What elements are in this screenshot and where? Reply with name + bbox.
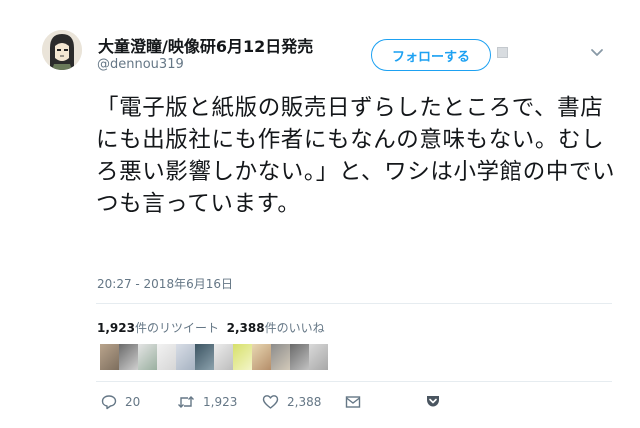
user-display-name[interactable]: 大童澄瞳/映像研6月12日発売 [98,33,313,57]
liker-avatar[interactable] [176,344,195,370]
user-avatar[interactable] [42,30,82,70]
liker-avatar[interactable] [119,344,138,370]
divider [96,303,612,304]
avatar-illustration-icon [42,30,82,70]
liker-avatar[interactable] [195,344,214,370]
liker-avatar[interactable] [290,344,309,370]
liker-avatar[interactable] [271,344,290,370]
retweet-count: 1,923 [203,395,238,409]
tweet-timestamp[interactable]: 20:27 - 2018年6月16日 [97,275,233,292]
follow-extension-icon [497,47,508,58]
direct-message-button[interactable] [345,394,361,410]
liker-avatar[interactable] [100,344,119,370]
liker-avatar[interactable] [138,344,157,370]
liker-avatar[interactable] [214,344,233,370]
liker-avatar[interactable] [252,344,271,370]
likes-count[interactable]: 2,388 [227,321,265,335]
liker-avatars[interactable] [100,344,328,370]
likes-label[interactable]: 件のいいね [265,321,325,335]
heart-icon [262,395,279,409]
liker-avatar[interactable] [233,344,252,370]
retweet-button[interactable]: 1,923 [177,394,237,410]
like-count: 2,388 [287,395,322,409]
reply-icon [101,395,117,410]
liker-avatar[interactable] [157,344,176,370]
like-button[interactable]: 2,388 [262,394,321,410]
bookmark-extension-button[interactable] [426,394,440,408]
divider [96,381,612,382]
chevron-down-icon[interactable] [589,44,605,64]
tweet-text: 「電子版と紙版の販売日ずらしたところで、書店にも出版社にも作者にもなんの意味もな… [96,95,616,217]
user-handle[interactable]: @dennou319 [97,57,184,72]
envelope-icon [345,396,361,408]
liker-avatar[interactable] [309,344,328,370]
retweets-label[interactable]: 件のリツイート [135,321,219,335]
reply-button[interactable]: 20 [101,394,140,410]
follow-button[interactable]: フォローする [371,39,491,71]
retweets-count[interactable]: 1,923 [97,321,135,335]
retweet-icon [178,396,194,408]
tweet-stats: 1,923件のリツイート 2,388件のいいね [97,319,325,336]
reply-count: 20 [125,395,141,409]
pocket-icon [427,396,439,407]
